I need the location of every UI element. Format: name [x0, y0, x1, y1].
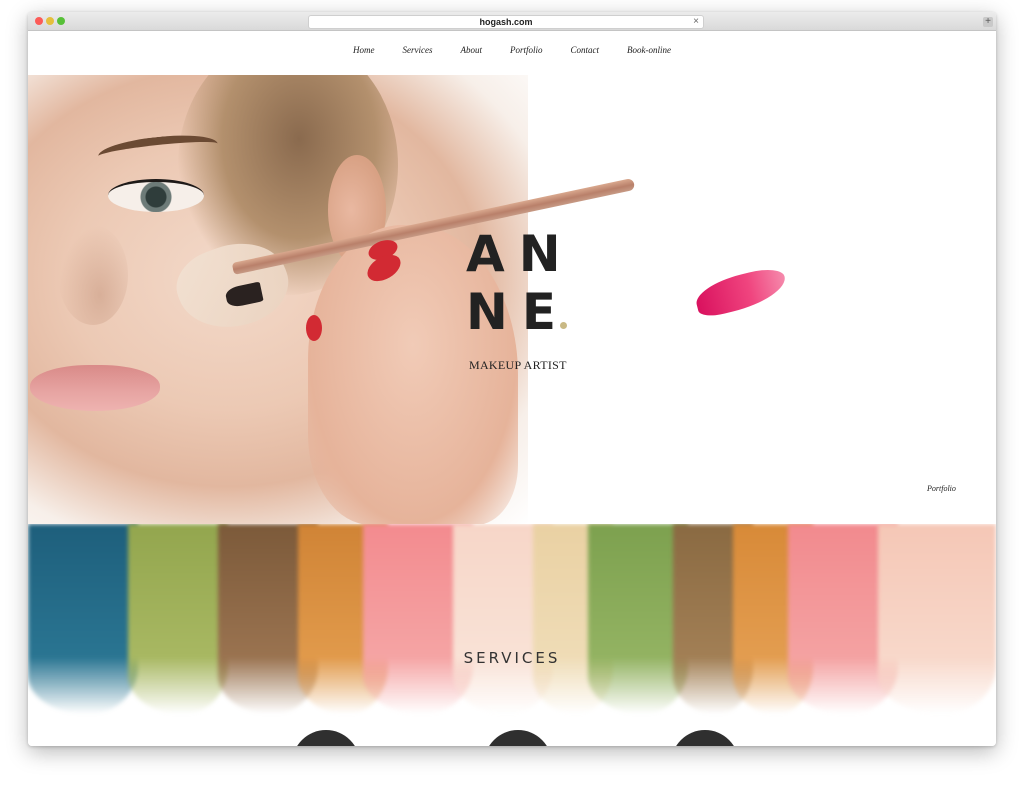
close-window-button[interactable] [35, 17, 43, 25]
brand-name: AN NE [466, 225, 606, 341]
nav-portfolio[interactable]: Portfolio [496, 31, 557, 75]
new-tab-button[interactable]: + [983, 17, 993, 27]
swatch [28, 524, 138, 714]
nav-book-online[interactable]: Book-online [613, 31, 685, 75]
browser-titlebar: hogash.com × + [28, 12, 996, 31]
site-header: Home Services About Portfolio Contact Bo… [28, 31, 996, 75]
lipstick-swatch [692, 264, 790, 320]
nav-services[interactable]: Services [389, 31, 447, 75]
brand-line-2: NE [466, 283, 606, 341]
service-icon-circle[interactable] [484, 730, 552, 746]
eye [108, 179, 204, 212]
main-nav: Home Services About Portfolio Contact Bo… [28, 31, 996, 75]
portfolio-link[interactable]: Portfolio [927, 484, 956, 493]
lips [30, 365, 160, 411]
service-icon-circle[interactable] [292, 730, 360, 746]
hero-section: AN NE MAKEUP ARTIST Portfolio [28, 75, 996, 524]
brand-name-line2: NE [466, 283, 571, 341]
nav-about[interactable]: About [446, 31, 496, 75]
maximize-window-button[interactable] [57, 17, 65, 25]
service-icon-circle[interactable] [671, 730, 739, 746]
hero-model-photo [28, 75, 636, 524]
clear-url-icon[interactable]: × [693, 16, 699, 28]
address-text: hogash.com [479, 17, 533, 27]
nose [58, 225, 128, 325]
swatch [128, 524, 228, 714]
brand-name-line1: AN [466, 225, 575, 283]
nail [306, 315, 322, 341]
brand-tagline: MAKEUP ARTIST [469, 358, 567, 372]
nav-contact[interactable]: Contact [557, 31, 614, 75]
minimize-window-button[interactable] [46, 17, 54, 25]
address-bar[interactable]: hogash.com × [308, 15, 704, 29]
swatch [878, 524, 996, 714]
services-title: SERVICES [463, 649, 561, 667]
brand-dot [560, 322, 568, 329]
services-section: SERVICES [28, 524, 996, 746]
nav-home[interactable]: Home [339, 31, 389, 75]
browser-window: hogash.com × + Home Services About Portf… [28, 12, 996, 746]
